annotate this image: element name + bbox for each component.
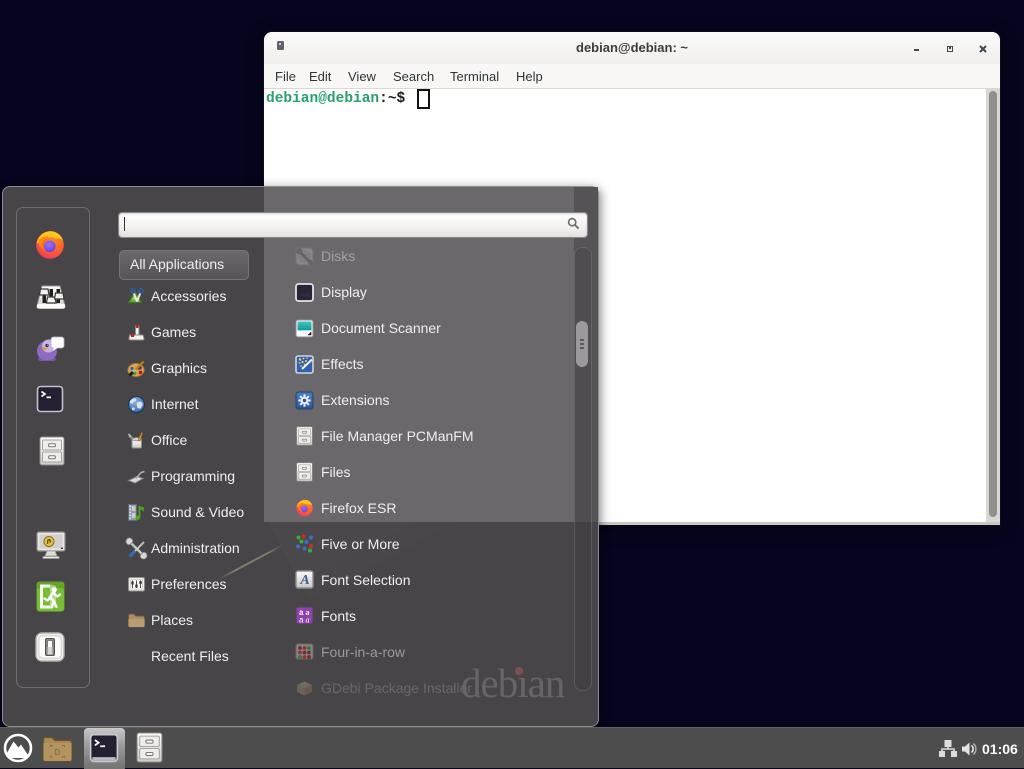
svg-text:A: A	[299, 573, 309, 588]
svg-text:a: a	[299, 616, 304, 625]
svg-text:a: a	[306, 616, 310, 625]
svg-text:D: D	[54, 747, 60, 757]
